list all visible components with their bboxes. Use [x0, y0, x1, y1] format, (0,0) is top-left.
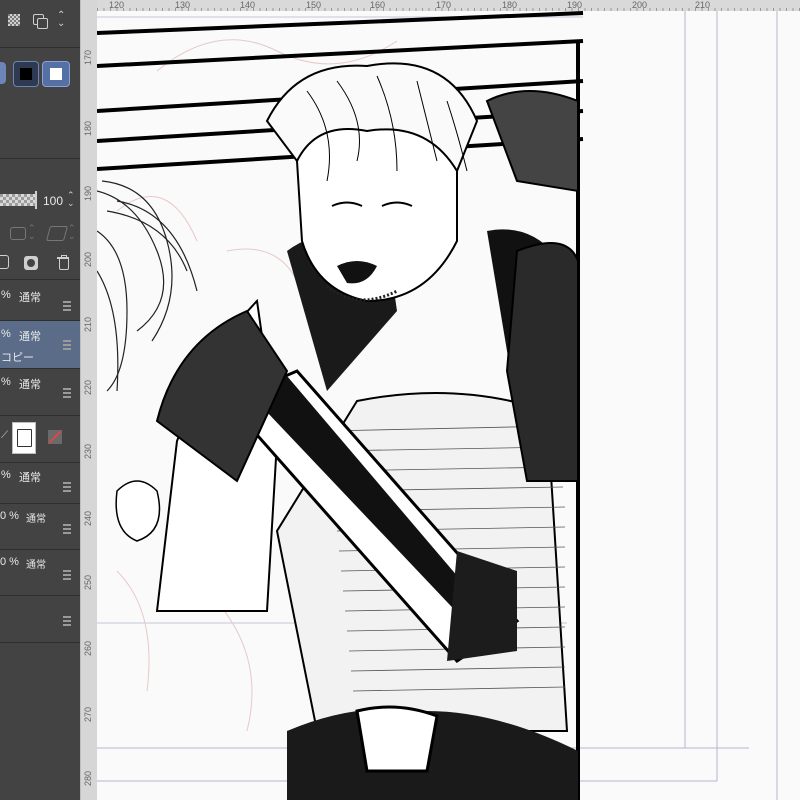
layer-name: コピー: [1, 352, 34, 364]
drawing-canvas[interactable]: [96, 11, 800, 800]
layer-row[interactable]: 0 % 通常: [0, 549, 80, 595]
layer-opacity: 0 %: [0, 556, 19, 568]
layer-menu-icon[interactable]: [63, 524, 71, 534]
layer-menu-icon[interactable]: [63, 570, 71, 580]
white-color-button[interactable]: [42, 61, 70, 87]
layer-menu-icon[interactable]: [63, 616, 71, 626]
trash-icon[interactable]: [57, 255, 69, 270]
layer-menu-icon[interactable]: [63, 301, 71, 311]
ruler-tick-label: 270: [83, 706, 93, 722]
chevron-updown-icon[interactable]: ⌃ ⌄: [28, 224, 36, 241]
layer-row-empty[interactable]: [0, 595, 80, 642]
layer-blend-mode: 通常: [19, 292, 41, 304]
mask-disabled-icon[interactable]: [48, 430, 62, 444]
black-color-button[interactable]: [13, 61, 39, 87]
opacity-value[interactable]: 100: [43, 194, 63, 208]
layer-menu-icon[interactable]: [63, 482, 71, 492]
opacity-slider[interactable]: [0, 194, 35, 206]
checkerboard-icon[interactable]: [8, 14, 20, 26]
chevron-updown-icon[interactable]: ⌃ ⌄: [57, 11, 65, 29]
vertical-ruler-ticks: 170 180 190 200 210 220 230 240 250 260 …: [80, 0, 97, 800]
layer-opacity: %: [1, 328, 11, 340]
ruler-tick-label: 260: [83, 640, 93, 656]
ruler-tick-label: 230: [83, 443, 93, 459]
layer-blend-mode: 通常: [19, 331, 41, 343]
ruler-tick-label: 190: [83, 185, 93, 201]
ruler-tick-label: 240: [83, 510, 93, 526]
layer-mask-icon[interactable]: [24, 256, 38, 270]
chevron-updown-icon[interactable]: ⌃ ⌄: [68, 224, 76, 241]
layer-row[interactable]: % 通常: [0, 368, 80, 415]
layer-row-selected[interactable]: % 通常 コピー: [0, 320, 80, 368]
layer-opacity: 0 %: [0, 510, 19, 522]
ruler-tick-label: 170: [83, 49, 93, 65]
ruler-tick-label: 210: [83, 316, 93, 332]
layer-row[interactable]: % 通常: [0, 462, 80, 503]
layer-menu-icon[interactable]: [63, 340, 71, 350]
layer-thumbnail: [12, 422, 36, 454]
copy-layers-icon[interactable]: [33, 14, 48, 29]
manga-artwork: [96, 11, 778, 800]
layer-blend-mode: 通常: [19, 472, 41, 484]
new-layer-icon[interactable]: [0, 255, 9, 269]
ruler-tick-label: 220: [83, 379, 93, 395]
ruler-tick-label: 180: [83, 120, 93, 136]
layer-folder-row[interactable]: ⟋: [0, 415, 80, 462]
layer-blend-mode: 通常: [19, 379, 41, 391]
layer-opacity: %: [1, 376, 11, 388]
layer-blend-mode: 通常: [26, 514, 46, 525]
layer-menu-icon[interactable]: [63, 388, 71, 398]
opacity-slider-divider: [35, 191, 37, 209]
layer-row[interactable]: 0 % 通常: [0, 503, 80, 549]
ruler-tick-label: 280: [83, 770, 93, 786]
ruler-tick-label: 200: [83, 251, 93, 267]
expression-color-partial[interactable]: [0, 62, 6, 84]
layer-blend-mode: 通常: [26, 560, 46, 571]
layer-opacity: %: [1, 469, 11, 481]
reference-layer-icon[interactable]: [10, 227, 26, 240]
chevron-right-icon[interactable]: ⟋: [1, 430, 8, 441]
layer-opacity: %: [1, 289, 11, 301]
layer-panel: ⌃ ⌄ 100 ⌃ ⌄ ⌃ ⌄ ⌃ ⌄ % 通常 % 通常 コピー % 通常 ⟋…: [0, 0, 80, 800]
ruler-tick-label: 250: [83, 574, 93, 590]
opacity-stepper-icon[interactable]: ⌃ ⌄: [67, 191, 75, 208]
layer-row[interactable]: % 通常: [0, 279, 80, 320]
clip-layer-icon[interactable]: [45, 226, 69, 241]
